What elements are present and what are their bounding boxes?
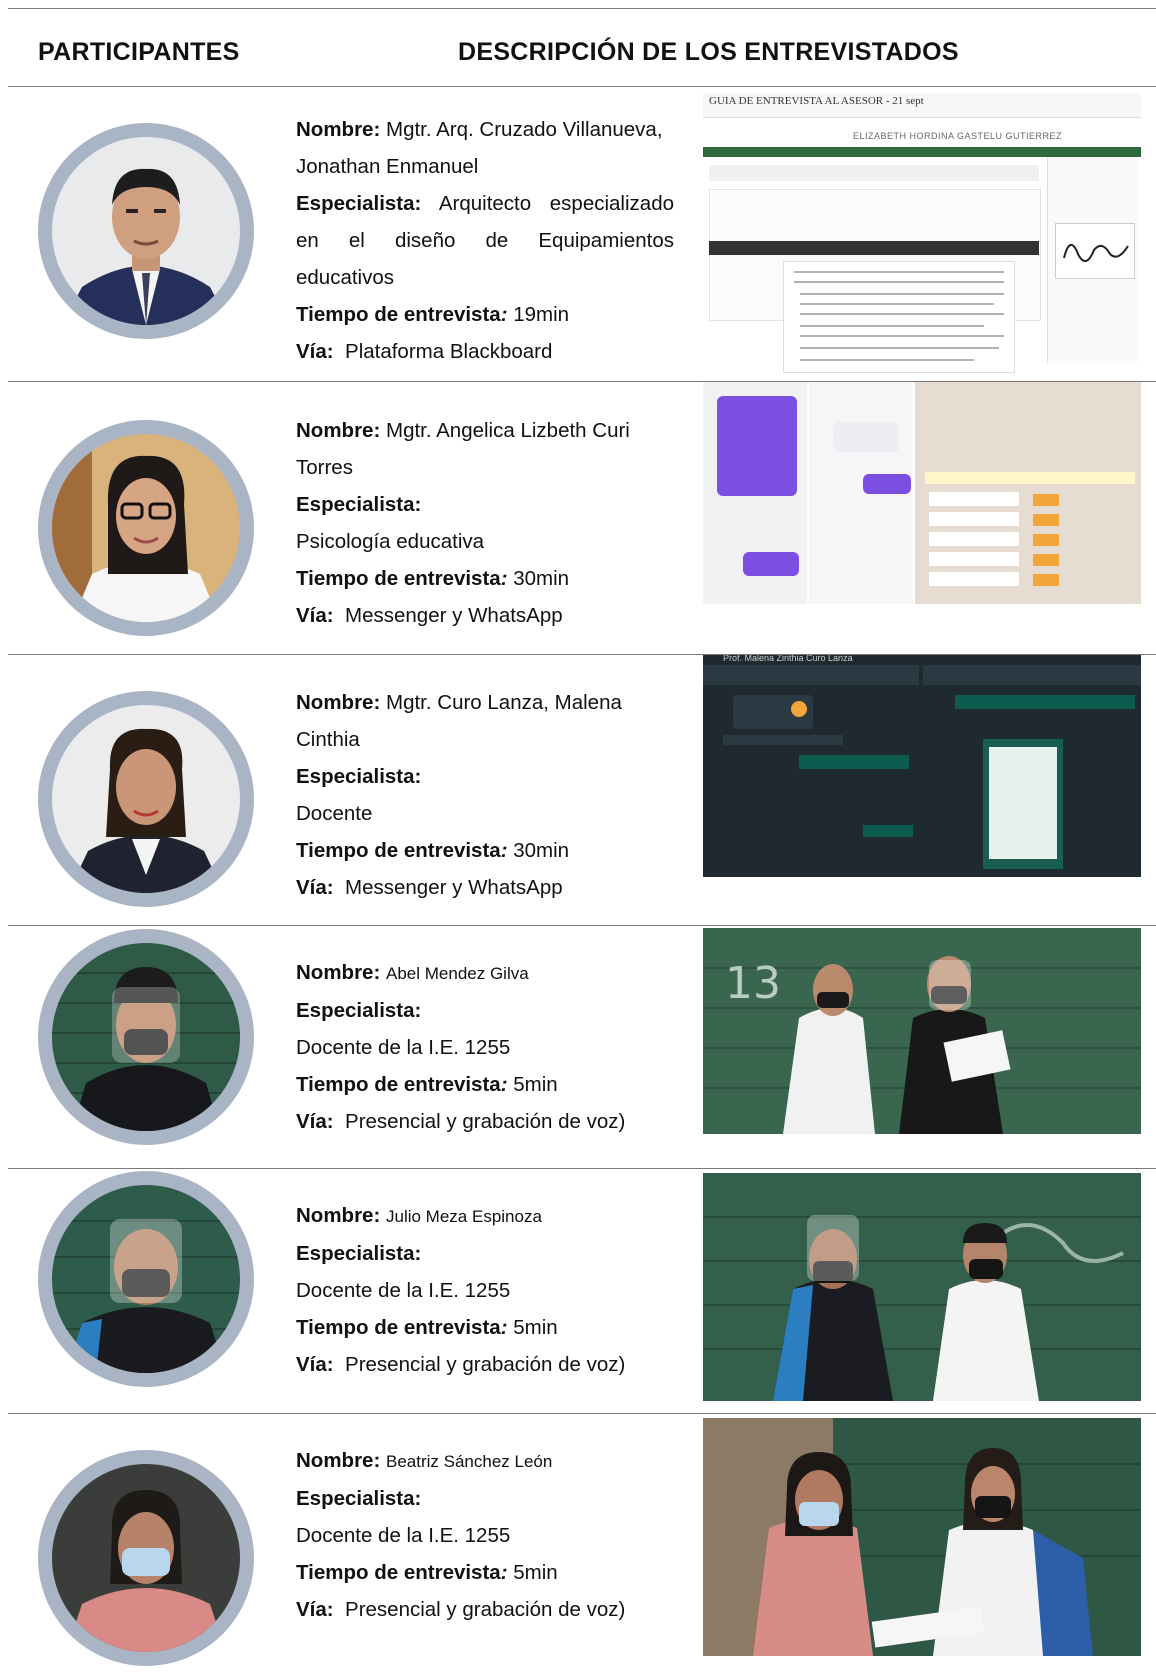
label-especialista: Especialista: [296,493,422,516]
participant-specialty: Docente de la I.E. 1255 [296,1524,511,1547]
participant-photo-1 [38,123,254,339]
label-nombre: Nombre: [296,1204,381,1227]
doc-title: ELIZABETH HORDINA GASTELU GUTIERREZ [853,131,1063,141]
participant-name: Julio Meza Espinoza [386,1207,542,1226]
wall-graffiti: 13 [725,958,781,1009]
label-nombre: Nombre: [296,691,381,714]
label-via: Vía: [296,1353,334,1376]
label-via: Vía: [296,876,334,899]
label-via: Vía: [296,604,334,627]
participant-specialty: Docente de la I.E. 1255 [296,1036,511,1059]
participant-via: Messenger y WhatsApp [345,604,563,627]
participant-row-2: Nombre: Mgtr. Angelica Lizbeth Curi Torr… [0,382,1156,654]
participant-specialty: Psicología educativa [296,530,485,553]
participant-photo-5 [38,1171,254,1387]
doc-header: GUIA DE ENTREVISTA AL ASESOR - 21 sept [709,95,924,107]
top-rule [8,8,1156,9]
chat-header: Prof. Malena Zinthia Curo Lanza [723,655,853,663]
participant-via: Presencial y grabación de voz) [345,1353,626,1376]
header-descripcion: DESCRIPCIÓN DE LOS ENTREVISTADOS [458,38,959,66]
label-nombre: Nombre: [296,961,381,984]
label-nombre: Nombre: [296,1449,381,1472]
label-tiempo: Tiempo de entrevista [296,303,501,326]
participant-info-6: Nombre: Beatriz Sánchez León Especialist… [296,1442,674,1628]
participant-photo-3 [38,691,254,907]
evidence-photo-5 [703,1173,1141,1401]
evidence-screenshot-3: Prof. Malena Zinthia Curo Lanza [703,655,1141,877]
evidence-photo-4: 13 [703,928,1141,1134]
participant-photo-6 [38,1450,254,1666]
participant-info-1: Nombre: Mgtr. Arq. Cruzado Villanueva, J… [296,118,674,363]
label-especialista: Especialista: [296,192,422,215]
label-tiempo: Tiempo de entrevista [296,1561,501,1584]
label-via: Vía: [296,1110,334,1133]
participant-name: Abel Mendez Gilva [386,964,529,983]
label-especialista: Especialista: [296,1487,422,1510]
label-nombre: Nombre: [296,419,381,442]
participant-row-3: Nombre: Mgtr. Curo Lanza, Malena Cinthia… [0,655,1156,925]
participant-photo-2 [38,420,254,636]
header-participantes: PARTICIPANTES [38,38,240,66]
label-especialista: Especialista: [296,765,422,788]
label-nombre: Nombre: [296,118,381,141]
participant-row-5: Nombre: Julio Meza Espinoza Especialista… [0,1169,1156,1413]
participant-specialty: Docente [296,802,373,825]
participant-name-line2: Torres [296,456,353,479]
participant-name-line1: Mgtr. Curo Lanza, Malena [386,691,622,714]
participant-info-3: Nombre: Mgtr. Curo Lanza, Malena Cinthia… [296,684,674,906]
participant-time: 19min [513,303,570,326]
participant-name-line1: Mgtr. Arq. Cruzado Villanueva, [386,118,663,141]
evidence-screenshot-2 [703,382,1141,604]
participant-name-line1: Mgtr. Angelica Lizbeth Curi [386,419,630,442]
participant-via: Plataforma Blackboard [345,340,553,363]
label-via: Vía: [296,340,334,363]
label-especialista: Especialista: [296,999,422,1022]
label-tiempo: Tiempo de entrevista [296,1316,501,1339]
participant-row-1: Nombre: Mgtr. Arq. Cruzado Villanueva, J… [0,87,1156,381]
evidence-photo-6 [703,1418,1141,1656]
participant-via: Messenger y WhatsApp [345,876,563,899]
participant-name-line2: Cinthia [296,728,360,751]
participant-time: 5min [513,1073,558,1096]
participant-name-line2: Jonathan Enmanuel [296,155,479,178]
participant-via: Presencial y grabación de voz) [345,1110,626,1133]
participant-row-6: Nombre: Beatriz Sánchez León Especialist… [0,1414,1156,1678]
label-tiempo: Tiempo de entrevista [296,567,501,590]
participant-name: Beatriz Sánchez León [386,1452,553,1471]
participant-info-2: Nombre: Mgtr. Angelica Lizbeth Curi Torr… [296,412,674,634]
participant-info-4: Nombre: Abel Mendez Gilva Especialista: … [296,954,674,1140]
participant-via: Presencial y grabación de voz) [345,1598,626,1621]
participant-time: 30min [513,839,570,862]
participant-time: 5min [513,1561,558,1584]
participant-row-4: Nombre: Abel Mendez Gilva Especialista: … [0,926,1156,1168]
participant-info-5: Nombre: Julio Meza Espinoza Especialista… [296,1197,674,1383]
participant-photo-4 [38,929,254,1145]
participant-time: 5min [513,1316,558,1339]
participant-specialty: Docente de la I.E. 1255 [296,1279,511,1302]
label-especialista: Especialista: [296,1242,422,1265]
label-via: Vía: [296,1598,334,1621]
participant-time: 30min [513,567,570,590]
label-tiempo: Tiempo de entrevista [296,839,501,862]
label-tiempo: Tiempo de entrevista [296,1073,501,1096]
evidence-screenshot-1: GUIA DE ENTREVISTA AL ASESOR - 21 sept E… [703,93,1141,373]
